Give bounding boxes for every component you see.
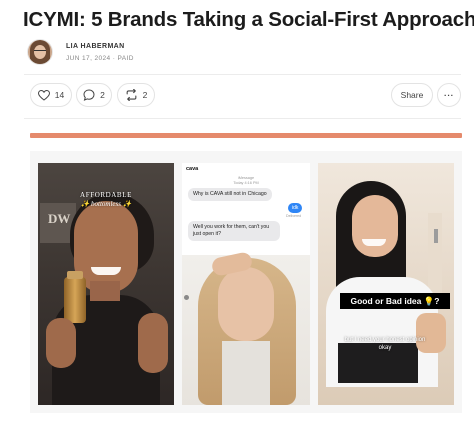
background-sign: DW (48, 211, 71, 226)
restack-button[interactable]: 2 (117, 83, 155, 107)
collage-photo-middle: cava iMessage Today 4:16 PM Why is CAVA … (182, 163, 310, 405)
like-button[interactable]: 14 (30, 83, 72, 107)
section-accent-bar (30, 133, 462, 138)
comment-count: 2 (100, 90, 105, 100)
share-button[interactable]: Share (391, 83, 433, 107)
collage-photo-left: DW AFFORDABLE ✨ bottomless ✨ (38, 163, 174, 405)
byline-meta: LIA HABERMAN JUN 17, 2024 · PAID (66, 43, 134, 62)
chat-message-received-2: Well you work for them, can't you just o… (188, 221, 280, 241)
comment-icon (83, 89, 95, 101)
post-date: JUN 17, 2024 · PAID (66, 54, 134, 62)
comment-button[interactable]: 2 (76, 83, 112, 107)
post-title: ICYMI: 5 Brands Taking a Social-First Ap… (23, 8, 474, 31)
chat-message-received-1: Why is CAVA still not in Chicago (188, 188, 272, 201)
chat-header-line1: iMessage (237, 176, 255, 180)
cover-image-collage[interactable]: DW AFFORDABLE ✨ bottomless ✨ cava iMessa… (30, 151, 462, 413)
overlay-text-affordable: AFFORDABLE (80, 191, 132, 199)
chat-message-sent: idk (288, 203, 303, 213)
chat-contact-name: cava (186, 166, 199, 172)
caption-honest-opinion: but I need your honest opinion okay (344, 337, 426, 351)
chat-delivered-status: Delivered (286, 214, 302, 218)
share-label: Share (400, 90, 424, 100)
caption-good-or-bad-idea: Good or Bad idea 💡? (350, 296, 440, 306)
more-options-button[interactable]: ··· (437, 83, 461, 107)
divider-bottom (24, 118, 461, 119)
like-count: 14 (54, 90, 65, 100)
restack-icon (126, 89, 136, 101)
chat-header-line2: Today 4:16 PM (233, 181, 259, 185)
byline: LIA HABERMAN JUN 17, 2024 · PAID (28, 38, 134, 66)
overlay-text-bottomless: ✨ bottomless ✨ (80, 200, 132, 208)
author-name[interactable]: LIA HABERMAN (66, 43, 134, 50)
divider-top (24, 74, 461, 75)
more-icon: ··· (444, 90, 454, 100)
restack-count: 2 (142, 90, 148, 100)
author-avatar[interactable] (28, 40, 52, 64)
heart-icon (37, 89, 50, 101)
collage-photo-right: Good or Bad idea 💡? but I need your hone… (318, 163, 454, 405)
